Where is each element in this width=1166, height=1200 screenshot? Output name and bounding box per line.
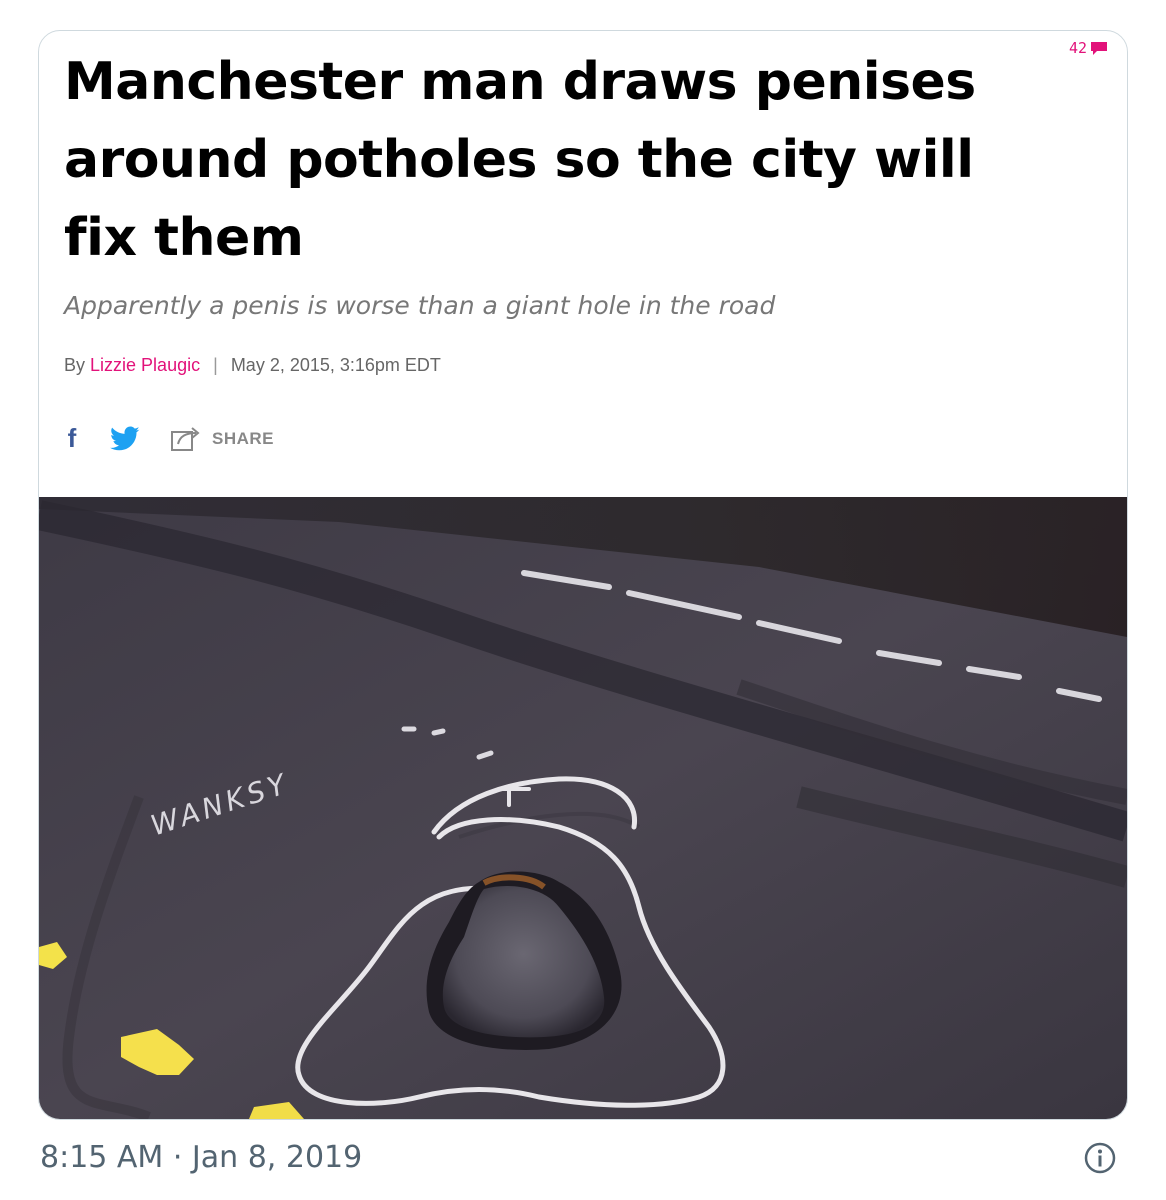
- byline-separator: |: [213, 355, 218, 375]
- article-headline[interactable]: Manchester man draws penises around poth…: [64, 43, 1054, 277]
- tweet-timestamp[interactable]: 8:15 AM · Jan 8, 2019: [40, 1140, 362, 1175]
- byline: By Lizzie Plaugic | May 2, 2015, 3:16pm …: [64, 355, 441, 376]
- previous-tweet-edge: [0, 0, 1166, 30]
- comment-bubble-icon: [1091, 41, 1107, 55]
- share-icon: [171, 426, 200, 451]
- byline-prefix: By: [64, 355, 86, 375]
- article-dek: Apparently a penis is worse than a giant…: [64, 291, 776, 320]
- link-card[interactable]: 42 Manchester man draws penises around p…: [38, 30, 1128, 1120]
- twitter-icon[interactable]: [110, 426, 140, 452]
- info-icon[interactable]: [1083, 1141, 1117, 1175]
- share-bar: f SHARE: [64, 423, 274, 454]
- share-button[interactable]: SHARE: [170, 426, 274, 452]
- author-link[interactable]: Lizzie Plaugic: [90, 355, 200, 375]
- share-label: SHARE: [212, 428, 275, 448]
- facebook-icon[interactable]: f: [64, 423, 80, 454]
- publish-date: May 2, 2015, 3:16pm EDT: [230, 355, 441, 375]
- comment-count-badge[interactable]: 42: [1069, 39, 1107, 57]
- comment-count: 42: [1068, 39, 1087, 57]
- article-photo[interactable]: WANKSY: [39, 497, 1127, 1119]
